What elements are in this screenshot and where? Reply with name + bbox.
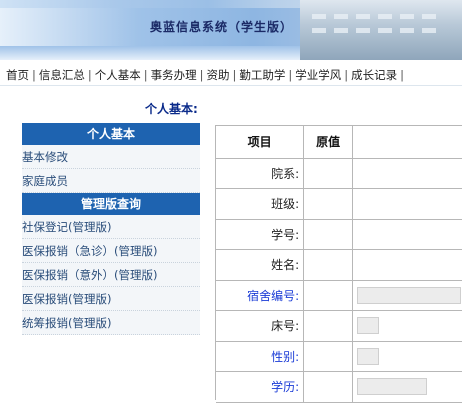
nav-link[interactable]: 首页: [6, 68, 29, 82]
nav-link[interactable]: 信息汇总: [39, 68, 85, 82]
sidebar-item-overall[interactable]: 统筹报销(管理版): [22, 311, 200, 335]
app-title: 奥蓝信息系统（学生版）: [150, 20, 294, 34]
table-row: 性别:: [216, 341, 462, 372]
sidebar-heading-personal: 个人基本: [22, 123, 200, 145]
field-label: 性别:: [216, 341, 305, 372]
col-header-item: 项目: [216, 126, 305, 159]
table-row: 姓名:: [216, 249, 462, 281]
col-header-original: 原值: [303, 126, 354, 159]
new-value-cell: [352, 249, 462, 281]
sidebar-item-social-security[interactable]: 社保登记(管理版): [22, 215, 200, 239]
original-value-cell: [303, 310, 354, 342]
sidebar-item-medical[interactable]: 医保报销(管理版): [22, 287, 200, 311]
original-value-cell: [303, 158, 354, 189]
original-value-cell: [303, 188, 354, 220]
nav-separator: |: [199, 68, 204, 82]
original-value-cell: [303, 371, 354, 403]
field-label: 院系:: [216, 158, 305, 189]
nav-link[interactable]: 个人基本: [95, 68, 141, 82]
header-banner: 奥蓝信息系统（学生版）: [0, 0, 462, 60]
table-header-row: 项目 原值: [216, 126, 462, 159]
original-value-cell: [303, 280, 354, 311]
field-label: 班级:: [216, 188, 305, 220]
table-row: 学历:: [216, 371, 462, 403]
sidebar: 个人基本 基本修改 家庭成员 管理版查询 社保登记(管理版) 医保报销（急诊）(…: [22, 123, 200, 335]
new-value-cell: [352, 158, 462, 189]
value-input[interactable]: [357, 378, 428, 396]
field-label: 宿舍编号:: [216, 280, 305, 311]
sidebar-heading-admin-query: 管理版查询: [22, 193, 200, 215]
nav-link[interactable]: 学业学风: [295, 68, 341, 82]
nav-link[interactable]: 成长记录: [351, 68, 397, 82]
table-row: 学号:: [216, 219, 462, 250]
top-nav: 首页 | 信息汇总 | 个人基本 | 事务办理 | 资助 | 勤工助学 | 学业学风 | 成长记录 |: [0, 62, 462, 86]
value-input[interactable]: [357, 286, 462, 304]
nav-separator: |: [232, 68, 237, 82]
nav-separator: |: [143, 68, 148, 82]
info-table-wrap: 项目 原值 院系: 班级: 学号: 姓名: 宿舍编号: 床号: 性别: 学历:: [215, 125, 462, 403]
banner-wave: [0, 46, 300, 60]
info-table: 项目 原值 院系: 班级: 学号: 姓名: 宿舍编号: 床号: 性别: 学历:: [216, 126, 462, 403]
sidebar-item-family[interactable]: 家庭成员: [22, 169, 200, 193]
new-value-cell: [352, 310, 462, 342]
value-input[interactable]: [357, 317, 380, 335]
field-label: 床号:: [216, 310, 305, 342]
new-value-cell: [352, 341, 462, 372]
field-label: 学历:: [216, 371, 305, 403]
field-label: 姓名:: [216, 249, 305, 281]
new-value-cell: [352, 371, 462, 403]
original-value-cell: [303, 249, 354, 281]
original-value-cell: [303, 219, 354, 250]
table-row: 宿舍编号:: [216, 280, 462, 311]
table-row: 院系:: [216, 158, 462, 189]
value-input[interactable]: [357, 347, 380, 365]
new-value-cell: [352, 219, 462, 250]
building-photo: [300, 0, 462, 60]
original-value-cell: [303, 341, 354, 372]
nav-separator: |: [32, 68, 36, 82]
nav-link[interactable]: 勤工助学: [239, 68, 285, 82]
new-value-cell: [352, 280, 462, 311]
sidebar-item-medical-emergency[interactable]: 医保报销（急诊）(管理版): [22, 239, 200, 263]
table-row: 床号:: [216, 310, 462, 342]
sidebar-item-medical-accident[interactable]: 医保报销（意外）(管理版): [22, 263, 200, 287]
nav-link[interactable]: 资助: [207, 68, 230, 82]
field-label: 学号:: [216, 219, 305, 250]
page-title: 个人基本:: [145, 102, 198, 116]
nav-separator: |: [288, 68, 293, 82]
nav-separator: |: [87, 68, 92, 82]
nav-link[interactable]: 事务办理: [151, 68, 197, 82]
sidebar-item-basic-edit[interactable]: 基本修改: [22, 145, 200, 169]
nav-separator: |: [344, 68, 349, 82]
table-row: 班级:: [216, 188, 462, 220]
new-value-cell: [352, 188, 462, 220]
nav-separator: |: [400, 68, 404, 82]
col-header-new: [352, 126, 462, 159]
